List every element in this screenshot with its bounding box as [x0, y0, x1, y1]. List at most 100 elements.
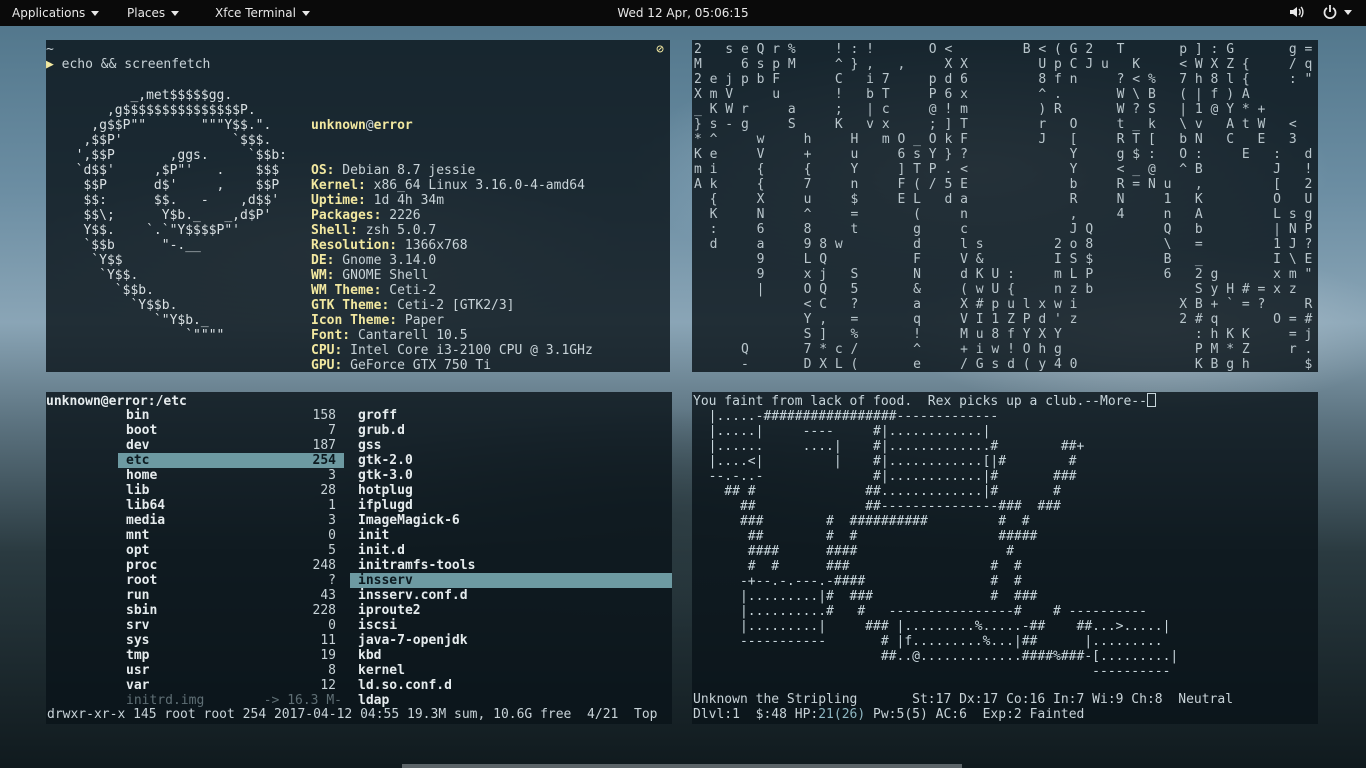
- info-value: GNOME Shell: [334, 268, 429, 283]
- file-item[interactable]: kernel: [350, 663, 672, 678]
- info-value: 1366x768: [397, 238, 468, 253]
- dir-count: 3: [328, 468, 336, 483]
- dir-item[interactable]: etc 254: [118, 453, 344, 468]
- file-name: iscsi: [358, 618, 398, 633]
- file-item[interactable]: initramfs-tools: [350, 558, 672, 573]
- file-status-bar: drwxr-xr-x 145 root root 254 2017-04-12 …: [47, 707, 658, 722]
- info-row: WM: GNOME Shell: [311, 268, 593, 283]
- file-name: ld.so.conf.d: [358, 678, 452, 693]
- matrix-rain: 2 s e Q r % ! : ! O < B < ( G 2 T p ] : …: [694, 42, 1313, 372]
- dir-count: 28: [320, 483, 336, 498]
- command-line: ▶ echo && screenfetch: [46, 57, 210, 72]
- dir-name: run: [126, 588, 150, 603]
- symlink-item[interactable]: initrd.img -> 16.3 M-: [118, 693, 344, 708]
- file-name: hotplug: [358, 483, 413, 498]
- dir-item[interactable]: opt 5: [118, 543, 344, 558]
- dir-item[interactable]: sbin 228: [118, 603, 344, 618]
- info-row: OS: Debian 8.7 jessie: [311, 163, 593, 178]
- dir-item[interactable]: usr 8: [118, 663, 344, 678]
- file-item[interactable]: groff: [350, 408, 672, 423]
- terminal-screenfetch[interactable]: ~ ▶ echo && screenfetch ⊘ _,met$$$$$gg. …: [46, 40, 670, 372]
- dock-bar[interactable]: [402, 764, 962, 768]
- git-icon: ⊘: [656, 42, 664, 57]
- symlink-target: -> 16.3 M-: [263, 693, 342, 708]
- file-item[interactable]: gss: [350, 438, 672, 453]
- info-row: WM Theme: Ceti-2: [311, 283, 593, 298]
- power-menu[interactable]: [1322, 4, 1352, 20]
- debian-ascii-logo: _,met$$$$$gg. ,g$$$$$$$$$$$$$$$P. ,g$$P"…: [75, 88, 287, 343]
- file-item[interactable]: grub.d: [350, 423, 672, 438]
- dir-item[interactable]: proc 248: [118, 558, 344, 573]
- terminal-nethack[interactable]: You faint from lack of food. Rex picks u…: [692, 392, 1318, 724]
- terminal-matrix[interactable]: 2 s e Q r % ! : ! O < B < ( G 2 T p ] : …: [692, 40, 1318, 372]
- file-item[interactable]: init: [350, 528, 672, 543]
- dir-count: 254: [312, 453, 336, 468]
- dir-name: etc: [126, 453, 150, 468]
- dir-name: usr: [126, 663, 150, 678]
- dir-item[interactable]: bin 158: [118, 408, 344, 423]
- dir-name: sbin: [126, 603, 158, 618]
- dir-name: opt: [126, 543, 150, 558]
- info-value: Gnome 3.14.0: [334, 253, 437, 268]
- file-item[interactable]: iscsi: [350, 618, 672, 633]
- dir-item[interactable]: lib64 1: [118, 498, 344, 513]
- file-name: gtk-3.0: [358, 468, 413, 483]
- file-item[interactable]: iproute2: [350, 603, 672, 618]
- file-item[interactable]: hotplug: [350, 483, 672, 498]
- dir-item[interactable]: dev 187: [118, 438, 344, 453]
- hp-value: 21: [818, 707, 834, 722]
- info-row: GTK Theme: Ceti-2 [GTK2/3]: [311, 298, 593, 313]
- dir-item[interactable]: media 3: [118, 513, 344, 528]
- dir-item[interactable]: lib 28: [118, 483, 344, 498]
- status-line-2: Dlvl:1 $:48 HP:21(26) Pw:5(5) AC:6 Exp:2…: [693, 707, 1084, 722]
- file-name: kbd: [358, 648, 382, 663]
- path-title-text: unknown@error:/etc: [46, 394, 187, 409]
- dir-item[interactable]: boot 7: [118, 423, 344, 438]
- file-item[interactable]: ld.so.conf.d: [350, 678, 672, 693]
- dir-name: lib64: [126, 498, 166, 513]
- info-key: Icon Theme:: [311, 313, 398, 328]
- file-name: insserv: [358, 573, 413, 588]
- at-sign: @: [365, 118, 374, 133]
- dir-item[interactable]: run 43: [118, 588, 344, 603]
- file-list[interactable]: groff grub.d gss gtk-2.0 gtk-3.0 hotplug ifplu…: [350, 408, 672, 708]
- dir-name: dev: [126, 438, 150, 453]
- clock[interactable]: Wed 12 Apr, 05:06:15: [0, 6, 1366, 20]
- dir-item[interactable]: root?: [118, 573, 344, 588]
- dir-count: 1: [328, 498, 336, 513]
- game-message: You faint from lack of food. Rex picks u…: [693, 393, 1156, 409]
- file-item[interactable]: kbd: [350, 648, 672, 663]
- dir-count: 228: [312, 603, 336, 618]
- status-line-1: Unknown the Stripling St:17 Dx:17 Co:16 …: [693, 692, 1234, 707]
- user-name: unknown: [311, 118, 366, 133]
- file-item[interactable]: insserv.conf.d: [350, 588, 672, 603]
- terminal-file-manager[interactable]: unknown@error:/etc bin 158 boot 7 dev 187 etc 2…: [46, 392, 672, 724]
- file-item[interactable]: init.d: [350, 543, 672, 558]
- dir-item[interactable]: home 3: [118, 468, 344, 483]
- file-item[interactable]: insserv: [350, 573, 672, 588]
- file-item[interactable]: java-7-openjdk: [350, 633, 672, 648]
- info-row: Uptime: 1d 4h 34m: [311, 193, 593, 208]
- dir-item[interactable]: var 12: [118, 678, 344, 693]
- dir-item[interactable]: sys 11: [118, 633, 344, 648]
- prompt-arrow-icon: ▶: [46, 57, 54, 72]
- dir-count: 5: [328, 543, 336, 558]
- file-item[interactable]: ImageMagick-6: [350, 513, 672, 528]
- dir-name: root: [126, 573, 158, 588]
- dir-item[interactable]: mnt 0: [118, 528, 344, 543]
- dir-count: 19: [320, 648, 336, 663]
- dir-item[interactable]: srv 0: [118, 618, 344, 633]
- volume-icon[interactable]: [1288, 4, 1304, 20]
- file-item[interactable]: ifplugd: [350, 498, 672, 513]
- dir-name: media: [126, 513, 166, 528]
- dir-item[interactable]: tmp 19: [118, 648, 344, 663]
- dir-list[interactable]: bin 158 boot 7 dev 187 etc 254 home 3 lib 28 lib64 1 m…: [118, 408, 344, 708]
- file-item[interactable]: gtk-3.0: [350, 468, 672, 483]
- file-item[interactable]: gtk-2.0: [350, 453, 672, 468]
- file-item[interactable]: ldap: [350, 693, 672, 708]
- power-icon: [1323, 5, 1337, 19]
- hp-max: (26): [833, 707, 866, 722]
- system-tray[interactable]: [1288, 4, 1352, 20]
- info-value: Intel Core i3-2100 CPU @ 3.1GHz: [342, 343, 593, 358]
- info-key: Resolution:: [311, 238, 398, 253]
